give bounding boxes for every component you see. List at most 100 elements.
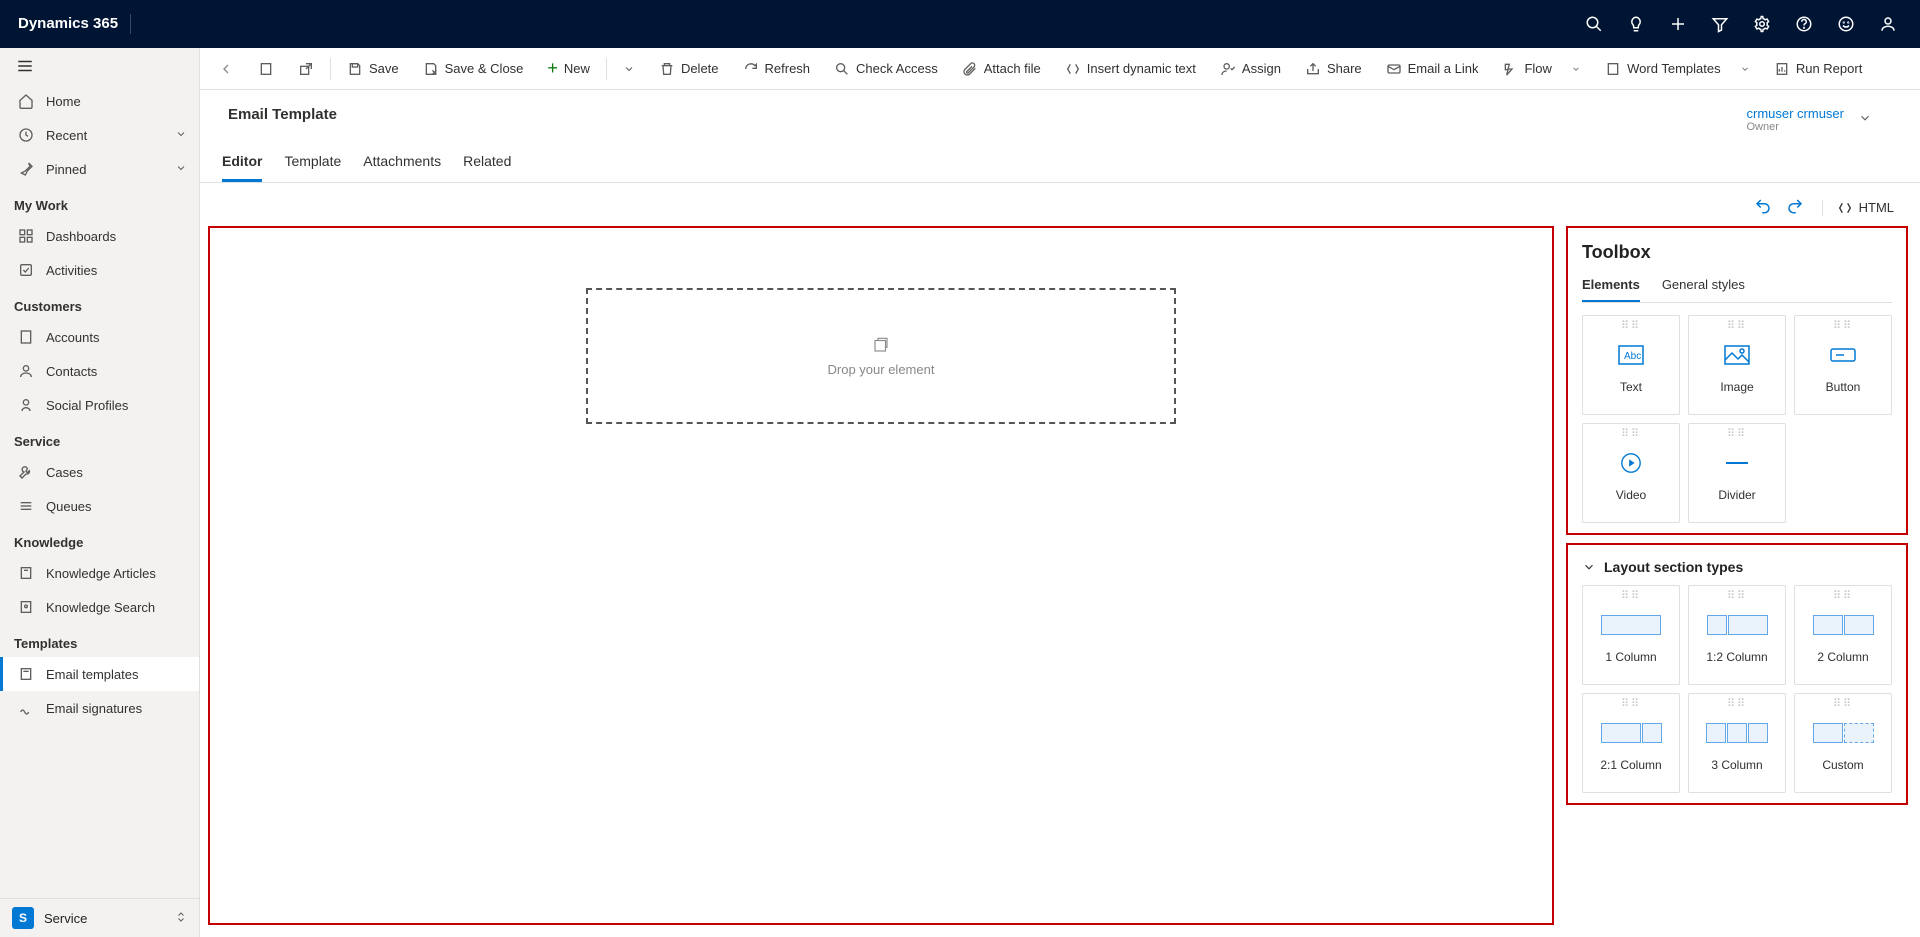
sidebar-item-label: Social Profiles [46,398,128,413]
sidebar-item-email-signatures[interactable]: Email signatures [0,691,199,725]
assign-button[interactable]: Assign [1208,48,1293,90]
panel-button[interactable] [246,48,286,90]
sidebar-footer[interactable]: S Service [0,898,199,937]
owner-name: crmuser crmuser [1746,106,1844,121]
tab-attachments[interactable]: Attachments [363,153,441,182]
hamburger-button[interactable] [0,48,199,84]
sidebar-item-contacts[interactable]: Contacts [0,354,199,388]
cmd-label: Insert dynamic text [1087,61,1196,76]
person-icon[interactable] [1868,0,1908,48]
sidebar-item-social-profiles[interactable]: Social Profiles [0,388,199,422]
tile-custom[interactable]: ⠿⠿ Custom [1794,693,1892,793]
sidebar-item-label: Knowledge Search [46,600,155,615]
sidebar-item-label: Knowledge Articles [46,566,156,581]
sidebar-item-recent[interactable]: Recent [0,118,199,152]
sidebar-item-cases[interactable]: Cases [0,455,199,489]
filter-icon[interactable] [1700,0,1740,48]
sidebar-item-label: Home [46,94,81,109]
sidebar-item-email-templates[interactable]: Email templates [0,657,199,691]
word-templates-button[interactable]: Word Templates [1593,48,1762,90]
tab-editor[interactable]: Editor [222,153,262,182]
tile-text[interactable]: ⠿⠿ Abc Text [1582,315,1680,415]
tile-image[interactable]: ⠿⠿ Image [1688,315,1786,415]
lightbulb-icon[interactable] [1616,0,1656,48]
tile-video[interactable]: ⠿⠿ Video [1582,423,1680,523]
dropzone[interactable]: Drop your element [586,288,1176,424]
record-header: Email Template crmuser crmuser Owner [200,90,1920,133]
sidebar-item-home[interactable]: Home [0,84,199,118]
cmd-label: Check Access [856,61,938,76]
sidebar-item-knowledge-articles[interactable]: Knowledge Articles [0,556,199,590]
run-report-button[interactable]: Run Report [1762,48,1874,90]
sidebar-item-knowledge-search[interactable]: Knowledge Search [0,590,199,624]
cmd-label: Share [1327,61,1362,76]
help-icon[interactable] [1784,0,1824,48]
app-title: Dynamics 365 [12,14,131,34]
tile-label: Text [1620,380,1642,394]
layout-title: Layout section types [1604,559,1743,575]
new-dropdown[interactable] [611,48,647,90]
tile-1-column[interactable]: ⠿⠿ 1 Column [1582,585,1680,685]
chevron-down-icon[interactable] [1858,111,1872,128]
tile-2-1-column[interactable]: ⠿⠿ 2:1 Column [1582,693,1680,793]
email-link-button[interactable]: Email a Link [1374,48,1491,90]
sidebar-item-accounts[interactable]: Accounts [0,320,199,354]
html-button[interactable]: HTML [1822,200,1894,216]
undo-button[interactable] [1754,197,1772,218]
designer-canvas[interactable]: Drop your element [208,226,1554,925]
tile-2-column[interactable]: ⠿⠿ 2 Column [1794,585,1892,685]
divider-icon [1724,446,1750,480]
sidebar-item-pinned[interactable]: Pinned [0,152,199,186]
sidebar-item-label: Recent [46,128,87,143]
grip-icon: ⠿⠿ [1727,430,1747,438]
toolbox-tab-elements[interactable]: Elements [1582,277,1640,302]
share-button[interactable]: Share [1293,48,1374,90]
tile-button[interactable]: ⠿⠿ Button [1794,315,1892,415]
flow-button[interactable]: Flow [1490,48,1593,90]
tile-divider[interactable]: ⠿⠿ Divider [1688,423,1786,523]
tile-3-column[interactable]: ⠿⠿ 3 Column [1688,693,1786,793]
chevron-updown-icon [175,910,187,927]
redo-button[interactable] [1786,197,1804,218]
tile-label: 3 Column [1711,758,1762,772]
attach-file-button[interactable]: Attach file [950,48,1053,90]
owner-block[interactable]: crmuser crmuser Owner [1746,106,1892,133]
sidebar-item-dashboards[interactable]: Dashboards [0,219,199,253]
search-icon[interactable] [1574,0,1614,48]
tile-label: Custom [1822,758,1863,772]
image-icon [1724,338,1750,372]
tile-label: Divider [1718,488,1755,502]
owner-label: Owner [1746,121,1844,133]
layout-section-header[interactable]: Layout section types [1582,559,1892,575]
group-customers: Customers [0,287,199,320]
tile-1-2-column[interactable]: ⠿⠿ 1:2 Column [1688,585,1786,685]
gear-icon[interactable] [1742,0,1782,48]
plus-icon[interactable] [1658,0,1698,48]
toolbox-tab-styles[interactable]: General styles [1662,277,1745,302]
sidebar-item-queues[interactable]: Queues [0,489,199,523]
pin-icon [18,161,34,177]
app-switcher-label: Service [44,911,87,926]
tab-template[interactable]: Template [284,153,341,182]
tab-related[interactable]: Related [463,153,511,182]
left-sidebar: Home Recent Pinned My Work Dashboards Ac… [0,48,200,937]
layout-panel: Layout section types ⠿⠿ 1 Column ⠿⠿ 1:2 … [1566,543,1908,805]
refresh-button[interactable]: Refresh [731,48,823,90]
cmd-label: Attach file [984,61,1041,76]
new-button[interactable]: +New [535,48,602,90]
popout-button[interactable] [286,48,326,90]
activities-icon [18,262,34,278]
save-button[interactable]: Save [335,48,411,90]
group-service: Service [0,422,199,455]
group-templates: Templates [0,624,199,657]
insert-dynamic-button[interactable]: Insert dynamic text [1053,48,1208,90]
sidebar-item-activities[interactable]: Activities [0,253,199,287]
text-icon: Abc [1618,338,1644,372]
delete-button[interactable]: Delete [647,48,731,90]
col-2-1-icon [1601,716,1662,750]
save-close-button[interactable]: Save & Close [411,48,536,90]
layout-grid: ⠿⠿ 1 Column ⠿⠿ 1:2 Column ⠿⠿ 2 Co [1582,585,1892,793]
back-button[interactable] [206,48,246,90]
smile-icon[interactable] [1826,0,1866,48]
check-access-button[interactable]: Check Access [822,48,950,90]
